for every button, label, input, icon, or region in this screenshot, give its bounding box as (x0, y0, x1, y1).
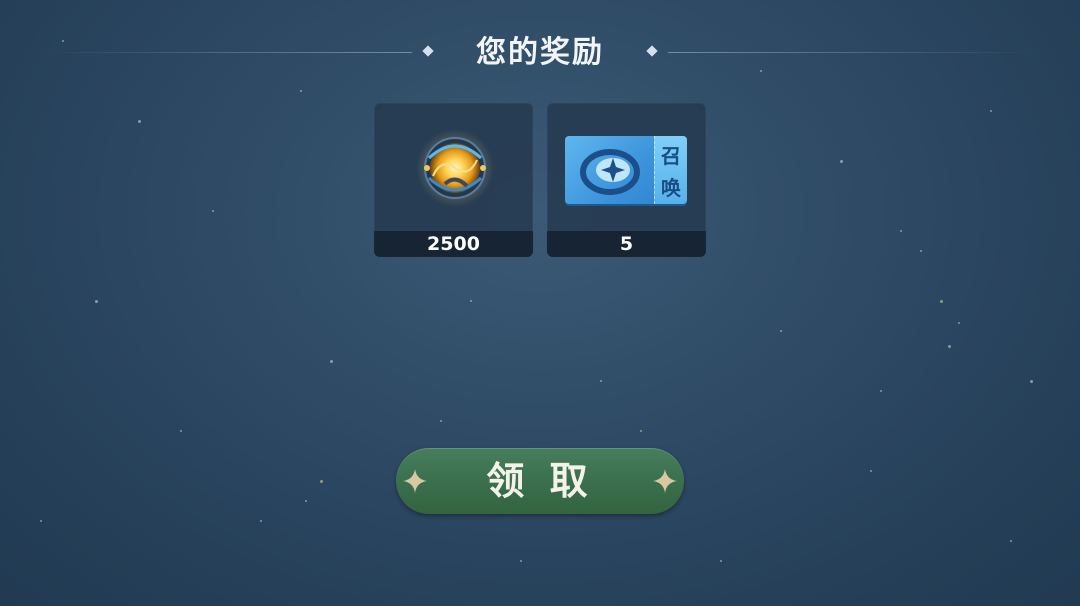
header-divider-left (40, 52, 412, 53)
energy-orb-icon (416, 129, 494, 207)
page-title: 您的奖励 (476, 35, 604, 70)
diamond-ornament-icon (422, 45, 434, 57)
starfield-background (0, 0, 1080, 606)
claim-button[interactable]: 领 取 (396, 448, 684, 514)
sparkle-icon (653, 469, 677, 493)
ticket-emblem-icon (580, 149, 640, 195)
reward-card-orb[interactable]: 2500 (374, 103, 533, 257)
reward-card-ticket[interactable]: 召 唤 5 (547, 103, 706, 257)
reward-count: 5 (547, 231, 706, 257)
header-divider-right (668, 52, 1040, 53)
summon-ticket-icon: 召 唤 (565, 136, 687, 206)
diamond-ornament-icon (646, 45, 658, 57)
reward-count: 2500 (374, 231, 533, 257)
ticket-text-top: 召 (661, 144, 681, 168)
ticket-text-bottom: 唤 (661, 176, 681, 200)
claim-button-label: 领 取 (486, 459, 594, 503)
